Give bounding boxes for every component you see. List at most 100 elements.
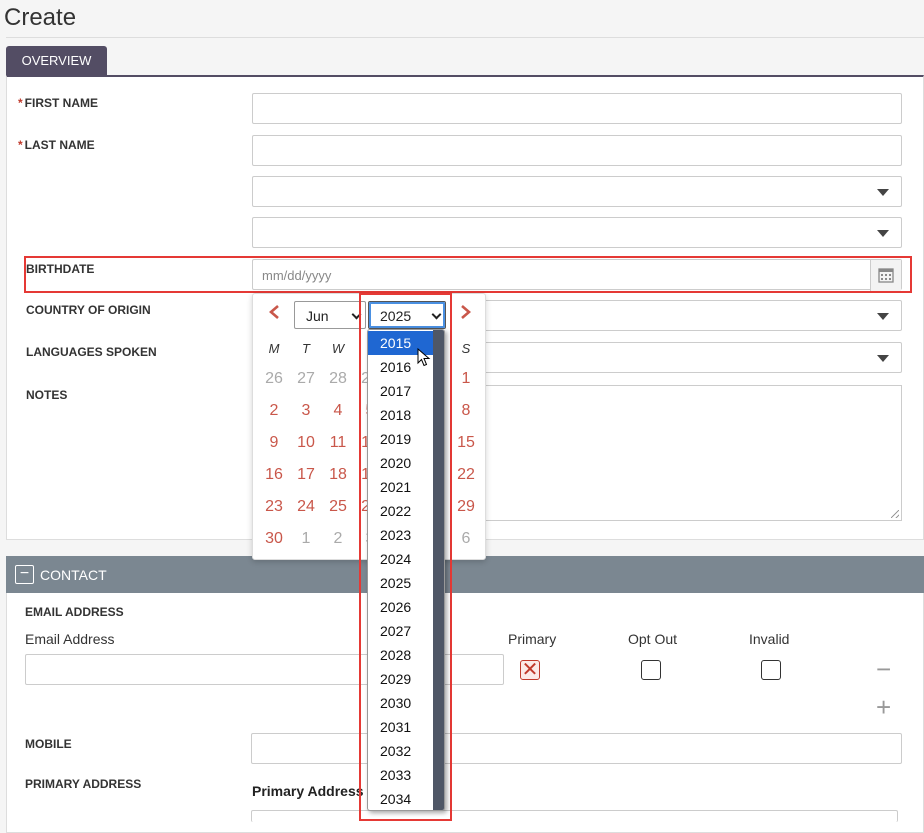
primary-column-header: Primary [508,631,557,647]
year-option[interactable]: 2030 [368,691,433,715]
primary-address-street-input[interactable] [251,810,898,822]
chevron-down-icon [351,309,362,320]
calendar-day[interactable]: 4 [322,402,354,420]
year-option[interactable]: 2031 [368,715,433,739]
add-email-button[interactable]: + [876,694,891,720]
year-dropdown-list[interactable]: 2015 2016 2017 2018 2019 2020 2021 2022 2023 2024… [367,329,445,811]
calendar-day[interactable]: 26 [258,370,290,388]
weekday-label: S [461,341,471,356]
languages-label: LANGUAGES SPOKEN [26,345,157,359]
first-name-label: * FIRST NAME [18,96,98,110]
calendar-day[interactable]: 6 [450,530,482,548]
year-option[interactable]: 2033 [368,763,433,787]
contact-panel [6,593,924,833]
first-name-input[interactable] [252,93,902,124]
year-option[interactable]: 2028 [368,643,433,667]
calendar-day[interactable]: 23 [258,498,290,516]
calendar-day[interactable]: 9 [258,434,290,452]
calendar-day[interactable]: 1 [290,530,322,548]
last-name-label: * LAST NAME [18,138,95,152]
resize-handle[interactable] [891,510,899,518]
email-section-label: EMAIL ADDRESS [25,605,124,619]
year-option[interactable]: 2020 [368,451,433,475]
calendar-icon [878,268,894,283]
year-list-scrollbar[interactable] [433,330,444,810]
last-name-input[interactable] [252,135,902,166]
required-mark: * [18,96,23,110]
year-option[interactable]: 2029 [368,667,433,691]
calendar-day[interactable]: 29 [450,498,482,516]
caret-down-icon [877,189,889,196]
calendar-day[interactable]: 2 [258,402,290,420]
calendar-day[interactable]: 24 [290,498,322,516]
month-value: Jun [306,308,329,324]
calendar-day[interactable]: 1 [450,370,482,388]
birthdate-input[interactable]: mm/dd/yyyy [252,259,902,291]
year-option[interactable]: 2026 [368,595,433,619]
caret-down-icon [877,230,889,237]
select-field-1[interactable] [252,176,902,207]
calendar-day[interactable]: 22 [450,466,482,484]
primary-address-street-label: Primary Address S [252,783,377,799]
calendar-day[interactable]: 11 [322,434,354,452]
year-option[interactable]: 2034 [368,787,433,810]
year-value: 2025 [380,308,412,324]
weekday-label: M [268,341,280,356]
calendar-day[interactable]: 10 [290,434,322,452]
calendar-day[interactable]: 15 [450,434,482,452]
tab-overview[interactable]: OVERVIEW [6,46,107,75]
invalid-column-header: Invalid [749,631,790,647]
opt-out-checkbox[interactable] [641,660,661,680]
month-select[interactable]: Jun [294,301,366,329]
opt-out-column-header: Opt Out [628,631,678,647]
mobile-input[interactable] [251,733,902,764]
year-option[interactable]: 2017 [368,379,433,403]
contact-title: CONTACT [40,567,107,583]
year-option[interactable]: 2032 [368,739,433,763]
required-mark: * [18,138,23,152]
weekday-label: T [302,341,310,356]
year-option[interactable]: 2023 [368,523,433,547]
calendar-day[interactable]: 8 [450,402,482,420]
calendar-day[interactable]: 25 [322,498,354,516]
calendar-day[interactable]: 27 [290,370,322,388]
invalid-checkbox[interactable] [761,660,781,680]
calendar-day[interactable]: 28 [322,370,354,388]
calendar-day[interactable]: 2 [322,530,354,548]
caret-down-icon [877,313,889,320]
country-label: COUNTRY OF ORIGIN [26,303,151,317]
mouse-cursor-icon [417,348,431,367]
notes-label: NOTES [26,388,68,402]
weekday-label: W [331,341,345,356]
primary-address-label: PRIMARY ADDRESS [25,777,142,791]
collapse-toggle[interactable]: − [15,565,34,584]
first-name-label-text: FIRST NAME [24,96,99,110]
year-option[interactable]: 2019 [368,427,433,451]
remove-email-button[interactable]: − [876,656,891,682]
year-option[interactable]: 2025 [368,571,433,595]
chevron-right-icon[interactable] [457,304,473,320]
calendar-day[interactable]: 30 [258,530,290,548]
email-column-header: Email Address [25,631,115,647]
calendar-day[interactable]: 17 [290,466,322,484]
caret-down-icon [877,355,889,362]
year-option[interactable]: 2022 [368,499,433,523]
chevron-left-icon[interactable] [267,304,283,320]
birthdate-placeholder: mm/dd/yyyy [262,268,332,283]
primary-checkbox[interactable]: ✕ [520,659,540,681]
contact-header[interactable]: − CONTACT [6,556,924,593]
last-name-label-text: LAST NAME [24,138,95,152]
calendar-day[interactable]: 18 [322,466,354,484]
calendar-day[interactable]: 16 [258,466,290,484]
year-select[interactable]: 2025 [368,301,446,329]
calendar-day[interactable]: 3 [290,402,322,420]
year-option[interactable]: 2021 [368,475,433,499]
calendar-button[interactable] [870,260,901,291]
select-field-2[interactable] [252,217,902,248]
year-option[interactable]: 2018 [368,403,433,427]
mobile-label: MOBILE [25,737,72,751]
year-option[interactable]: 2027 [368,619,433,643]
birthdate-label: BIRTHDATE [26,262,95,276]
year-option[interactable]: 2024 [368,547,433,571]
chevron-down-icon [431,309,442,320]
